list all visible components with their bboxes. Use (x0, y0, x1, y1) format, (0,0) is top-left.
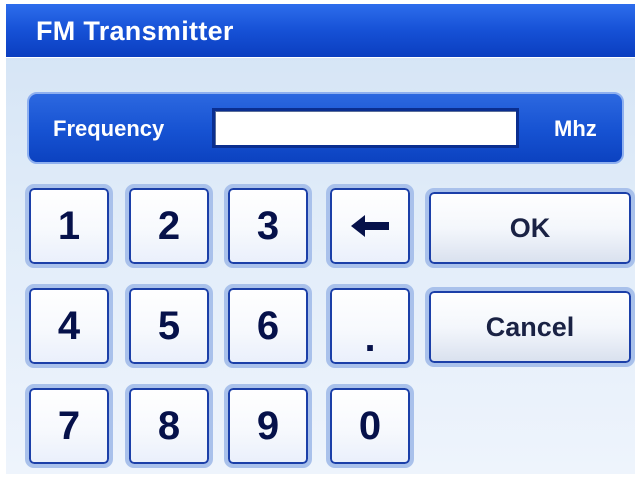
key-5[interactable]: 5 (125, 284, 213, 368)
ok-button-label: OK (509, 212, 551, 243)
key-6[interactable]: 6 (224, 284, 312, 368)
key-3[interactable]: 3 (224, 184, 312, 268)
fm-transmitter-window: FM Transmitter Frequency Mhz 1 2 3 4 5 6… (6, 4, 635, 474)
key-2[interactable]: 2 (125, 184, 213, 268)
key-4[interactable]: 4 (25, 284, 113, 368)
key-4-label: 4 (57, 304, 81, 348)
key-1[interactable]: 1 (25, 184, 113, 268)
frequency-label: Frequency (53, 116, 165, 141)
decimal-point-key[interactable]: . (326, 284, 414, 368)
cancel-button[interactable]: Cancel (425, 287, 635, 367)
key-3-label: 3 (256, 204, 280, 248)
title-bar: FM Transmitter (6, 4, 635, 58)
frequency-panel: Frequency Mhz (27, 92, 624, 164)
decimal-point-label: . (364, 316, 376, 360)
key-8-label: 8 (157, 404, 181, 448)
key-2-label: 2 (157, 204, 181, 248)
key-7[interactable]: 7 (25, 384, 113, 468)
cancel-button-label: Cancel (485, 311, 575, 342)
frequency-input[interactable] (212, 108, 519, 148)
key-9[interactable]: 9 (224, 384, 312, 468)
key-9-label: 9 (256, 404, 280, 448)
key-8[interactable]: 8 (125, 384, 213, 468)
window-title: FM Transmitter (36, 16, 234, 46)
frequency-unit-label: Mhz (554, 116, 597, 141)
backspace-key[interactable] (326, 184, 414, 268)
key-0-label: 0 (358, 404, 382, 448)
key-0[interactable]: 0 (326, 384, 414, 468)
key-1-label: 1 (57, 204, 81, 248)
key-7-label: 7 (57, 404, 81, 448)
key-6-label: 6 (256, 304, 280, 348)
ok-button[interactable]: OK (425, 188, 635, 268)
left-arrow-icon (351, 215, 389, 237)
key-5-label: 5 (157, 304, 181, 348)
